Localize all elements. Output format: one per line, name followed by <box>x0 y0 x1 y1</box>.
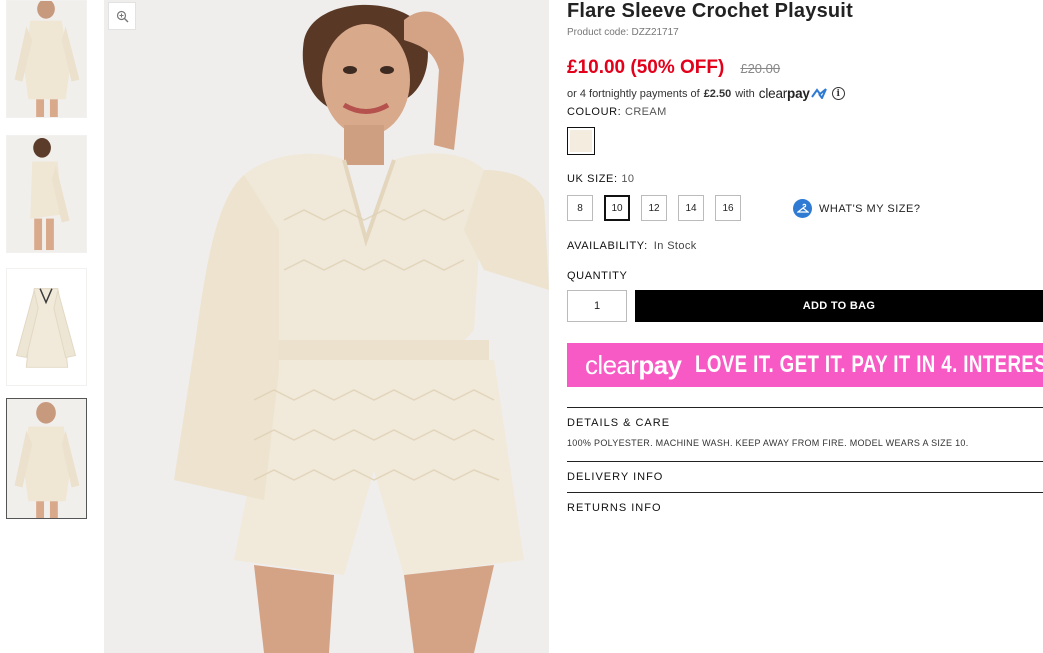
thumbnail-closeup[interactable] <box>6 398 87 519</box>
clearpay-suffix: with <box>735 87 755 100</box>
zoom-icon <box>116 10 128 22</box>
size-value: 10 <box>621 173 635 185</box>
banner-brand-b: pay <box>638 349 682 380</box>
thumbnail-side[interactable] <box>6 135 87 253</box>
details-care-title[interactable]: DETAILS & CARE <box>567 417 670 429</box>
size-guide-label: WHAT'S MY SIZE? <box>819 202 921 215</box>
product-code-row: Product code: DZZ21717 <box>567 27 679 38</box>
thumbnail-flat[interactable] <box>6 268 87 386</box>
quantity-label: QUANTITY <box>567 270 628 282</box>
banner-brand-a: clear <box>585 349 639 380</box>
size-option-16[interactable]: 16 <box>715 195 741 221</box>
hanger-icon <box>793 199 812 218</box>
clearpay-logo-b: pay <box>787 86 810 101</box>
size-options: 8 10 12 14 16 <box>567 195 752 221</box>
colour-swatch-cream[interactable] <box>567 127 595 155</box>
returns-info-title[interactable]: RETURNS INFO <box>567 502 662 514</box>
clearpay-installments: or 4 fortnightly payments of £2.50 with … <box>567 86 845 101</box>
price-row: £10.00 (50% OFF) £20.00 <box>567 57 780 79</box>
clearpay-banner[interactable]: clearpay LOVE IT. GET IT. PAY IT IN 4. I… <box>567 343 1043 387</box>
add-to-bag-button[interactable]: ADD TO BAG <box>635 290 1043 322</box>
clearpay-logo: clearpay <box>759 86 827 101</box>
thumbnail-front[interactable] <box>6 0 87 118</box>
main-product-image[interactable] <box>104 0 549 653</box>
availability-value: In Stock <box>653 240 697 252</box>
details-care-body: 100% POLYESTER. MACHINE WASH. KEEP AWAY … <box>567 438 969 448</box>
divider <box>567 461 1043 462</box>
clearpay-prefix: or 4 fortnightly payments of <box>567 87 700 100</box>
clearpay-amount: £2.50 <box>703 87 732 100</box>
delivery-info-title[interactable]: DELIVERY INFO <box>567 471 663 483</box>
current-price: £10.00 (50% OFF) <box>567 57 725 78</box>
size-option-12[interactable]: 12 <box>641 195 667 221</box>
product-code-label: Product code: <box>567 27 629 38</box>
product-title: Flare Sleeve Crochet Playsuit <box>567 0 853 22</box>
size-option-14[interactable]: 14 <box>678 195 704 221</box>
availability-row: AVAILABILITY: In Stock <box>567 240 697 252</box>
colour-label: COLOUR: <box>567 106 622 118</box>
divider <box>567 492 1043 493</box>
colour-value: CREAM <box>624 106 667 118</box>
banner-brand: clearpay <box>585 349 682 381</box>
quantity-input[interactable] <box>567 290 627 322</box>
availability-label: AVAILABILITY: <box>567 240 648 252</box>
size-option-10[interactable]: 10 <box>604 195 630 221</box>
clearpay-arrows-icon <box>810 88 827 99</box>
size-guide-link[interactable]: WHAT'S MY SIZE? <box>793 199 920 218</box>
size-option-8[interactable]: 8 <box>567 195 593 221</box>
divider <box>567 407 1043 408</box>
product-code: DZZ21717 <box>631 27 679 38</box>
size-label-row: UK SIZE: 10 <box>567 173 634 185</box>
size-label: UK SIZE: <box>567 173 618 185</box>
swatch-fill <box>570 130 592 152</box>
colour-label-row: COLOUR: CREAM <box>567 106 667 118</box>
info-icon[interactable]: i <box>831 87 845 100</box>
zoom-button[interactable] <box>108 2 136 30</box>
original-price: £20.00 <box>740 61 781 76</box>
clearpay-logo-a: clear <box>758 86 788 101</box>
banner-tagline: LOVE IT. GET IT. PAY IT IN 4. INTEREST F… <box>695 351 1043 378</box>
